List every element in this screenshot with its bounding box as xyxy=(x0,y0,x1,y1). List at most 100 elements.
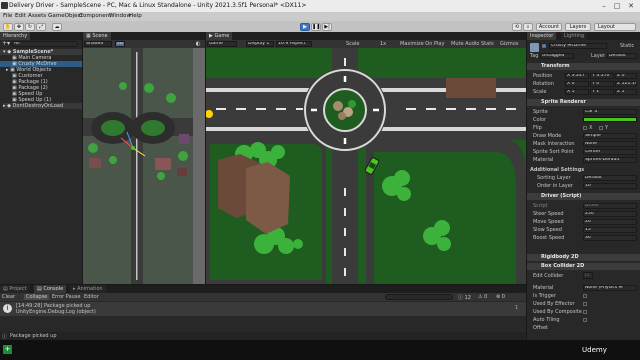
material-field[interactable]: Sprites-Default xyxy=(583,157,637,163)
aspect-dropdown[interactable]: 16:9 Aspect xyxy=(276,41,312,47)
2d-toggle[interactable]: 2D xyxy=(115,41,125,47)
error-pause-toggle[interactable]: Error Pause xyxy=(52,294,80,300)
pause-button-icon[interactable]: ❚❚ xyxy=(311,22,321,31)
step-button-icon[interactable]: ▶| xyxy=(322,22,332,31)
used-by-effector-checkbox[interactable] xyxy=(583,302,587,306)
layout-dropdown[interactable]: Layout xyxy=(594,22,636,31)
tag-dropdown[interactable]: Untagged xyxy=(540,53,574,59)
move-tool-icon[interactable]: ✥ xyxy=(14,22,24,31)
position-x[interactable]: X 3.247 xyxy=(565,73,589,79)
error-count[interactable]: ⊗ 0 xyxy=(496,294,505,300)
gizmos-toggle[interactable]: Gizmos xyxy=(500,41,518,47)
additional-settings-header[interactable]: Additional Settings xyxy=(530,167,584,173)
console-search-input[interactable] xyxy=(385,294,453,300)
scale-tool-icon[interactable]: ⤢ xyxy=(36,22,46,31)
collapse-toggle[interactable]: Collapse xyxy=(24,294,50,300)
order-in-layer-field[interactable]: 10 xyxy=(583,183,637,189)
scale-x[interactable]: X 1 xyxy=(565,89,589,95)
console-log-row[interactable]: i [14:49:28] Package picked up UnityEngi… xyxy=(0,302,526,316)
hierarchy-dontdestroyonload[interactable]: ▸ ◆ DontDestroyOnLoad xyxy=(3,103,82,109)
slow-speed-field[interactable]: 15 xyxy=(583,227,637,233)
editor-dropdown[interactable]: Editor xyxy=(84,294,99,300)
game-display-dropdown[interactable]: Game xyxy=(207,41,237,47)
layers-dropdown[interactable]: Layers xyxy=(565,22,591,31)
rotation-z[interactable]: Z 121.19 xyxy=(615,81,637,87)
position-y[interactable]: Y 3.570 xyxy=(590,73,614,79)
transform-header[interactable]: Transform xyxy=(527,63,640,70)
rotation-y[interactable]: Y 0 xyxy=(590,81,614,87)
edit-collider-button[interactable]: ⬚ xyxy=(583,272,593,279)
auto-tiling-checkbox[interactable] xyxy=(583,318,587,322)
sort-point-dropdown[interactable]: Center xyxy=(583,149,637,155)
menu-edit[interactable]: Edit xyxy=(15,13,26,19)
maximize-icon[interactable]: □ xyxy=(612,1,622,11)
display-number-dropdown[interactable]: Display 1 xyxy=(246,41,274,47)
move-speed-field[interactable]: 20 xyxy=(583,219,637,225)
rigidbody-header[interactable]: Rigidbody 2D xyxy=(527,254,640,261)
layer-dropdown[interactable]: Default xyxy=(607,53,637,59)
active-checkbox[interactable] xyxy=(542,44,546,48)
game-viewport[interactable] xyxy=(206,48,526,284)
tab-lighting[interactable]: Lighting xyxy=(561,32,588,40)
flip-y-checkbox[interactable] xyxy=(599,126,603,130)
scale-y[interactable]: Y 1 xyxy=(590,89,614,95)
stats-toggle[interactable]: Stats xyxy=(481,41,494,47)
flip-x-checkbox[interactable] xyxy=(583,126,587,130)
tab-project[interactable]: ▤ Project xyxy=(0,285,30,293)
close-icon[interactable]: ✕ xyxy=(626,1,636,11)
used-by-composite-checkbox[interactable] xyxy=(583,310,587,314)
is-trigger-checkbox[interactable] xyxy=(583,294,587,298)
warning-count[interactable]: ⚠ 0 xyxy=(478,294,487,300)
history-icon[interactable]: ⟲ xyxy=(512,22,522,31)
steer-speed-field[interactable]: 250 xyxy=(583,211,637,217)
gizmos-icon[interactable]: ◐ xyxy=(193,41,203,47)
menu-gameobject[interactable]: GameObject xyxy=(48,13,83,19)
search-icon[interactable]: ⌕ xyxy=(523,22,533,31)
scene-viewport[interactable] xyxy=(83,48,205,284)
menu-component[interactable]: Component xyxy=(79,13,111,19)
sprite-field[interactable]: Car 3 xyxy=(583,109,637,115)
menu-window[interactable]: Window xyxy=(109,13,131,19)
menu-file[interactable]: File xyxy=(3,13,12,19)
object-name-field[interactable]: Crusty McDrive xyxy=(549,43,607,49)
tab-console[interactable]: ▤ Console xyxy=(34,285,67,293)
tab-animation[interactable]: ▸ Animation xyxy=(70,285,106,293)
tab-inspector[interactable]: Inspector xyxy=(527,32,557,40)
hand-tool-icon[interactable]: ✋ xyxy=(3,22,13,31)
video-play-icon[interactable]: + xyxy=(3,345,12,354)
draw-mode-dropdown[interactable]: Simple xyxy=(583,133,637,139)
sorting-layer-dropdown[interactable]: Default xyxy=(583,175,637,181)
minimize-icon[interactable]: – xyxy=(599,1,609,11)
maximize-on-play-toggle[interactable]: Maximize On Play xyxy=(400,41,444,47)
info-count[interactable]: ⓘ 12 xyxy=(458,294,471,301)
sprite-renderer-header[interactable]: Sprite Renderer xyxy=(527,99,640,106)
menu-help[interactable]: Help xyxy=(129,13,142,19)
tab-scene[interactable]: ▦ Scene xyxy=(83,32,111,40)
shading-dropdown[interactable]: Shaded xyxy=(84,41,112,47)
clear-button[interactable]: Clear xyxy=(2,294,15,300)
add-icon[interactable]: +▾ xyxy=(2,41,10,47)
flip-x-label: X xyxy=(589,125,593,131)
color-swatch[interactable] xyxy=(583,117,637,122)
box-collider-header[interactable]: Box Collider 2D xyxy=(527,263,640,270)
driver-script-header[interactable]: Driver (Script) xyxy=(527,193,640,200)
menu-assets[interactable]: Assets xyxy=(28,13,46,19)
rotation-x[interactable]: X 0 xyxy=(565,81,589,87)
hierarchy-search-input[interactable]: All xyxy=(12,41,78,47)
tab-game[interactable]: ▶ Game xyxy=(206,32,233,40)
play-button-icon[interactable]: ▶ xyxy=(300,22,310,31)
cloud-icon[interactable]: ☁ xyxy=(52,22,62,31)
boost-speed-field[interactable]: 30 xyxy=(583,235,637,241)
static-toggle[interactable]: Static xyxy=(620,43,634,49)
account-button[interactable]: Account xyxy=(536,22,562,31)
scale-z[interactable]: Z 1 xyxy=(615,89,637,95)
collider-material-field[interactable]: None (Physics M xyxy=(583,285,637,291)
mute-audio-toggle[interactable]: Mute Audio xyxy=(451,41,479,47)
position-label: Position xyxy=(533,73,553,79)
position-z[interactable]: Z 0 xyxy=(615,73,637,79)
mask-interaction-dropdown[interactable]: None xyxy=(583,141,637,147)
hierarchy-panel: Hierarchy +▾ All ▾ ◆ SampleScene* ▣ Main… xyxy=(0,32,82,284)
rotate-tool-icon[interactable]: ↻ xyxy=(25,22,35,31)
tab-hierarchy[interactable]: Hierarchy xyxy=(0,32,31,40)
mask-interaction-label: Mask Interaction xyxy=(533,141,575,147)
